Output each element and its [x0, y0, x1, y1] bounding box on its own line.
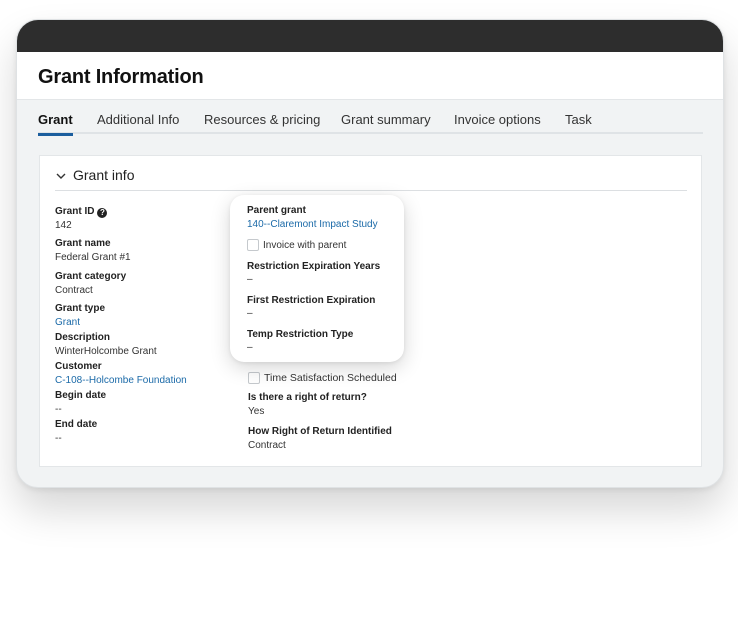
invoice-with-parent-checkbox[interactable] — [247, 239, 259, 251]
grant-name-label: Grant name — [55, 238, 111, 249]
parent-grant-popover: Parent grant 140--Claremont Impact Study… — [230, 195, 404, 362]
tab-additional-info[interactable]: Additional Info — [97, 112, 179, 134]
restriction-expiration-years-label: Restriction Expiration Years — [247, 261, 381, 272]
grant-id-value: 142 — [55, 220, 72, 231]
chevron-down-icon — [56, 173, 66, 179]
grant-type-link[interactable]: Grant — [55, 317, 80, 328]
customer-label: Customer — [55, 361, 102, 372]
page-header: Grant Information — [17, 52, 723, 100]
begin-date-label: Begin date — [55, 390, 107, 401]
begin-date-value: -- — [55, 404, 62, 415]
tab-grant[interactable]: Grant — [38, 112, 73, 136]
grant-category-label: Grant category — [55, 271, 127, 282]
time-satisfaction-checkbox[interactable] — [248, 372, 260, 384]
customer-link[interactable]: C-108--Holcombe Foundation — [55, 375, 187, 386]
tab-task[interactable]: Task — [565, 112, 592, 134]
window-titlebar — [17, 20, 723, 52]
end-date-value: -- — [55, 433, 62, 444]
grant-id-label-text: Grant ID — [55, 206, 95, 217]
grant-category-value: Contract — [55, 285, 93, 296]
page-title: Grant Information — [38, 66, 204, 88]
tab-grant-summary[interactable]: Grant summary — [341, 112, 431, 134]
tab-bar: Grant Additional Info Resources & pricin… — [38, 112, 703, 136]
section-title: Grant info — [73, 167, 135, 183]
first-restriction-expiration-value: – — [247, 308, 253, 319]
how-right-of-return-label: How Right of Return Identified — [248, 426, 392, 437]
end-date-label: End date — [55, 419, 98, 430]
grant-id-label: Grant ID? — [55, 206, 108, 218]
right-of-return-value: Yes — [248, 406, 265, 417]
temp-restriction-type-label: Temp Restriction Type — [247, 329, 354, 340]
grant-name-value: Federal Grant #1 — [55, 252, 131, 263]
first-restriction-expiration-label: First Restriction Expiration — [247, 295, 376, 306]
parent-grant-label: Parent grant — [247, 205, 306, 216]
description-label: Description — [55, 332, 111, 343]
how-right-of-return-value: Contract — [248, 440, 286, 451]
time-satisfaction-label: Time Satisfaction Scheduled — [264, 372, 397, 384]
tab-resources-pricing[interactable]: Resources & pricing — [204, 112, 320, 134]
parent-grant-link[interactable]: 140--Claremont Impact Study — [247, 219, 378, 230]
grant-type-label: Grant type — [55, 303, 106, 314]
right-of-return-label: Is there a right of return? — [248, 392, 367, 403]
help-icon[interactable]: ? — [97, 208, 108, 218]
temp-restriction-type-value: – — [247, 342, 253, 353]
restriction-expiration-years-value: – — [247, 274, 253, 285]
invoice-with-parent-label: Invoice with parent — [263, 240, 347, 251]
tab-invoice-options[interactable]: Invoice options — [454, 112, 541, 134]
description-value: WinterHolcombe Grant — [55, 346, 157, 357]
grant-info-section-toggle[interactable]: Grant info — [55, 165, 687, 191]
